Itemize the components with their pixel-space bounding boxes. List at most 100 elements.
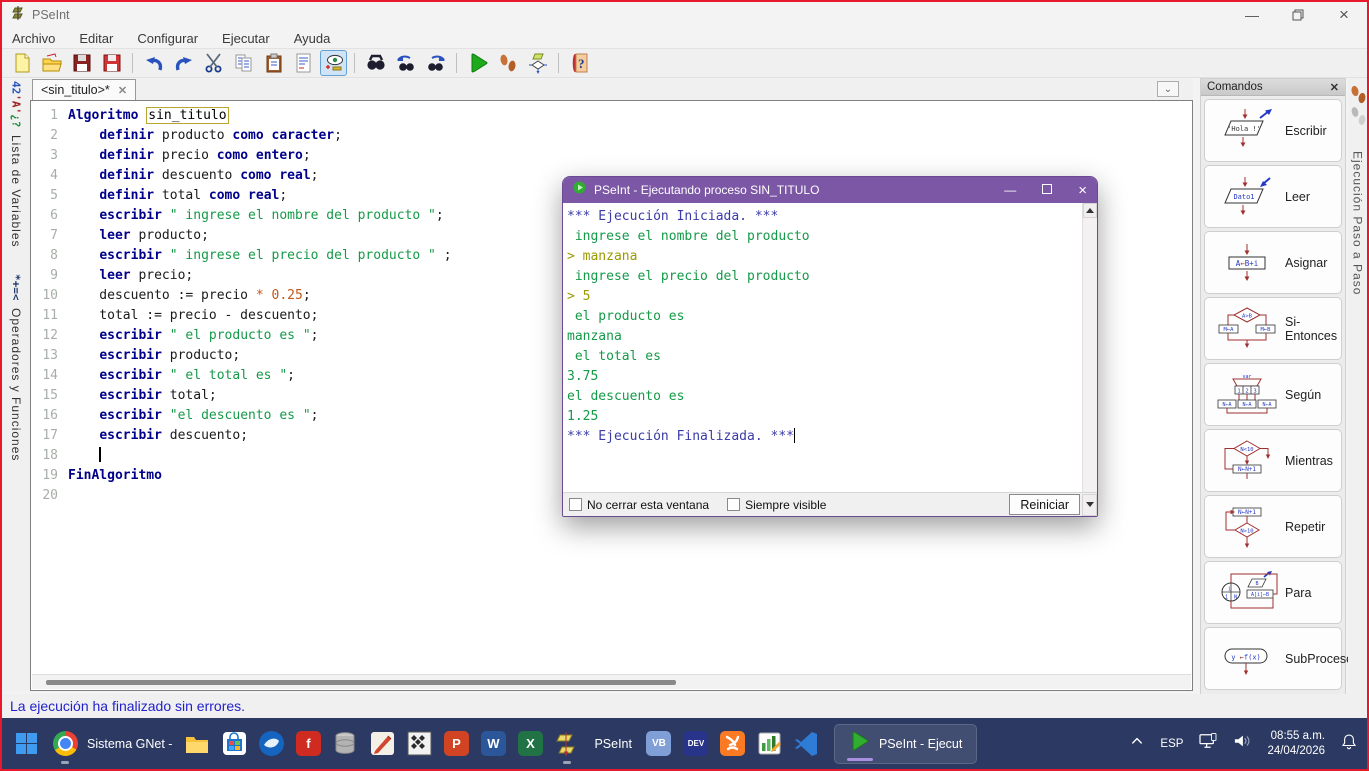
scroll-down-icon[interactable] bbox=[1082, 494, 1097, 516]
horizontal-scrollbar[interactable] bbox=[32, 674, 1191, 689]
checkbox-siempre[interactable]: Siempre visible bbox=[727, 498, 826, 512]
taskbar-app-pseint[interactable] bbox=[553, 730, 581, 758]
save-all-files-button[interactable] bbox=[98, 50, 125, 76]
taskbar-app-folder[interactable] bbox=[183, 730, 211, 758]
line-number: 4 bbox=[32, 166, 68, 186]
taskbar-app-vscode[interactable] bbox=[793, 730, 821, 758]
taskbar-app-chrome[interactable] bbox=[51, 730, 79, 758]
taskbar-clock[interactable]: 08:55 a.m.24/04/2026 bbox=[1267, 729, 1325, 759]
menu-configurar[interactable]: Configurar bbox=[137, 31, 198, 46]
network-icon[interactable] bbox=[1199, 733, 1217, 754]
new-file-button[interactable] bbox=[8, 50, 35, 76]
run-button[interactable] bbox=[464, 50, 491, 76]
redo-icon bbox=[173, 52, 195, 74]
exec-vertical-scrollbar[interactable] bbox=[1082, 203, 1097, 492]
command-button-repetir[interactable]: N←N+1 N>10 Repetir bbox=[1204, 495, 1342, 558]
autocomplete-eye-button[interactable] bbox=[320, 50, 347, 76]
checkbox-no[interactable]: No cerrar esta ventana bbox=[569, 498, 709, 512]
run-step-by-step-button[interactable] bbox=[494, 50, 521, 76]
horizontal-scrollbar-thumb[interactable] bbox=[46, 680, 676, 685]
find-button[interactable] bbox=[362, 50, 389, 76]
checkbox-box[interactable] bbox=[727, 498, 740, 511]
status-bar: La ejecución ha finalizado sin errores. bbox=[2, 694, 1367, 718]
redo-button[interactable] bbox=[170, 50, 197, 76]
active-task-button[interactable]: PSeInt - Ejecut bbox=[834, 724, 977, 764]
menu-ejecutar[interactable]: Ejecutar bbox=[222, 31, 270, 46]
pseint-app-icon bbox=[10, 5, 26, 26]
tab-close-icon[interactable]: ✕ bbox=[118, 84, 127, 97]
undo-button[interactable] bbox=[140, 50, 167, 76]
taskbar-app-devcpp[interactable]: DEV bbox=[682, 730, 710, 758]
help-button[interactable]: ? bbox=[566, 50, 593, 76]
volume-icon[interactable] bbox=[1233, 733, 1251, 754]
commands-close-icon[interactable]: ✕ bbox=[1330, 81, 1339, 94]
copy-button[interactable] bbox=[230, 50, 257, 76]
scroll-up-icon[interactable] bbox=[1083, 203, 1097, 218]
minimize-button[interactable]: — bbox=[1229, 2, 1275, 28]
panel-tab-variables[interactable]: 42'A'¿? Lista de Variables bbox=[9, 81, 23, 248]
cut-button[interactable] bbox=[200, 50, 227, 76]
execution-window-title: PSeInt - Ejecutando proceso SIN_TITULO bbox=[594, 183, 819, 197]
restore-button[interactable] bbox=[1275, 2, 1321, 28]
exec-close-button[interactable]: × bbox=[1078, 182, 1087, 199]
taskbar-app-store[interactable] bbox=[220, 730, 248, 758]
edit-style-button[interactable] bbox=[290, 50, 317, 76]
command-button-para[interactable]: i 1N B A[i]←B Para bbox=[1204, 561, 1342, 624]
execution-window-titlebar[interactable]: PSeInt - Ejecutando proceso SIN_TITULO —… bbox=[563, 177, 1097, 203]
line-number: 11 bbox=[32, 306, 68, 326]
command-button-subproceso[interactable]: y ←f(x) SubProceso bbox=[1204, 627, 1342, 690]
paste-button[interactable] bbox=[260, 50, 287, 76]
save-file-button[interactable] bbox=[68, 50, 95, 76]
status-message: La ejecución ha finalizado sin errores. bbox=[10, 698, 245, 714]
open-file-button[interactable] bbox=[38, 50, 65, 76]
menu-archivo[interactable]: Archivo bbox=[12, 31, 55, 46]
restart-button[interactable]: Reiniciar bbox=[1009, 494, 1080, 515]
draw-flowchart-button[interactable] bbox=[524, 50, 551, 76]
command-button-mientras[interactable]: N<10 N←N+1 Mientras bbox=[1204, 429, 1342, 492]
tab-sin-titulo[interactable]: <sin_titulo>* ✕ bbox=[32, 79, 136, 100]
variables-icon: 42'A'¿? bbox=[11, 81, 22, 127]
taskbar-app-excel[interactable]: X bbox=[516, 730, 544, 758]
tray-chevron-icon[interactable] bbox=[1130, 734, 1144, 753]
taskbar-app-report[interactable] bbox=[756, 730, 784, 758]
command-button-leer[interactable]: Dato1 Leer bbox=[1204, 165, 1342, 228]
taskbar-app-word[interactable]: W bbox=[479, 730, 507, 758]
tab-list-dropdown[interactable]: ⌄ bbox=[1157, 81, 1179, 97]
step-execution-panel-tab[interactable]: Ejecución Paso a Paso bbox=[1348, 78, 1367, 695]
language-indicator[interactable]: ESP bbox=[1160, 738, 1183, 750]
command-button-escribir[interactable]: 'Hola !' Escribir bbox=[1204, 99, 1342, 162]
window-title: PSeInt bbox=[32, 8, 70, 22]
exec-minimize-button[interactable]: — bbox=[1004, 183, 1016, 197]
menu-editar[interactable]: Editar bbox=[79, 31, 113, 46]
start-button[interactable] bbox=[12, 730, 40, 758]
tab-bar: <sin_titulo>* ✕ ⌄ bbox=[30, 79, 1193, 100]
command-button-si-entonces[interactable]: A>B M←AM←B Si-Entonces bbox=[1204, 297, 1342, 360]
panel-tab-label: Lista de Variables bbox=[9, 135, 23, 248]
command-label: Leer bbox=[1285, 190, 1310, 204]
svg-text:Dato1: Dato1 bbox=[1233, 193, 1254, 201]
close-button[interactable]: × bbox=[1321, 2, 1367, 28]
taskbar-app-browser-blue[interactable] bbox=[257, 730, 285, 758]
taskbar-app-pencil[interactable] bbox=[368, 730, 396, 758]
taskbar-app-database[interactable] bbox=[331, 730, 359, 758]
panel-tab-operators[interactable]: *+=<Operadores y Funciones bbox=[9, 274, 23, 462]
exec-maximize-button[interactable] bbox=[1042, 183, 1052, 197]
menu-ayuda[interactable]: Ayuda bbox=[294, 31, 331, 46]
checkbox-box[interactable] bbox=[569, 498, 582, 511]
line-number: 2 bbox=[32, 126, 68, 146]
toolbar-separator bbox=[132, 53, 133, 73]
command-button-asignar[interactable]: A←B+i Asignar bbox=[1204, 231, 1342, 294]
notifications-bell-icon[interactable] bbox=[1341, 733, 1357, 755]
taskbar-search[interactable]: Sistema GNet - bbox=[51, 730, 172, 758]
taskbar-app-flash[interactable]: f bbox=[294, 730, 322, 758]
console-line: ingrese el nombre del producto bbox=[567, 227, 1080, 247]
save-file-icon bbox=[71, 52, 93, 74]
taskbar-app-vb[interactable]: VB bbox=[645, 730, 673, 758]
command-button-segun[interactable]: var 123 N←AN←AN←A Según bbox=[1204, 363, 1342, 426]
subproceso-flowchart-icon: y ←f(x) bbox=[1209, 636, 1285, 682]
find-next-button[interactable] bbox=[422, 50, 449, 76]
taskbar-app-pattern[interactable] bbox=[405, 730, 433, 758]
find-previous-button[interactable] bbox=[392, 50, 419, 76]
taskbar-app-xampp[interactable] bbox=[719, 730, 747, 758]
taskbar-app-powerpoint[interactable]: P bbox=[442, 730, 470, 758]
